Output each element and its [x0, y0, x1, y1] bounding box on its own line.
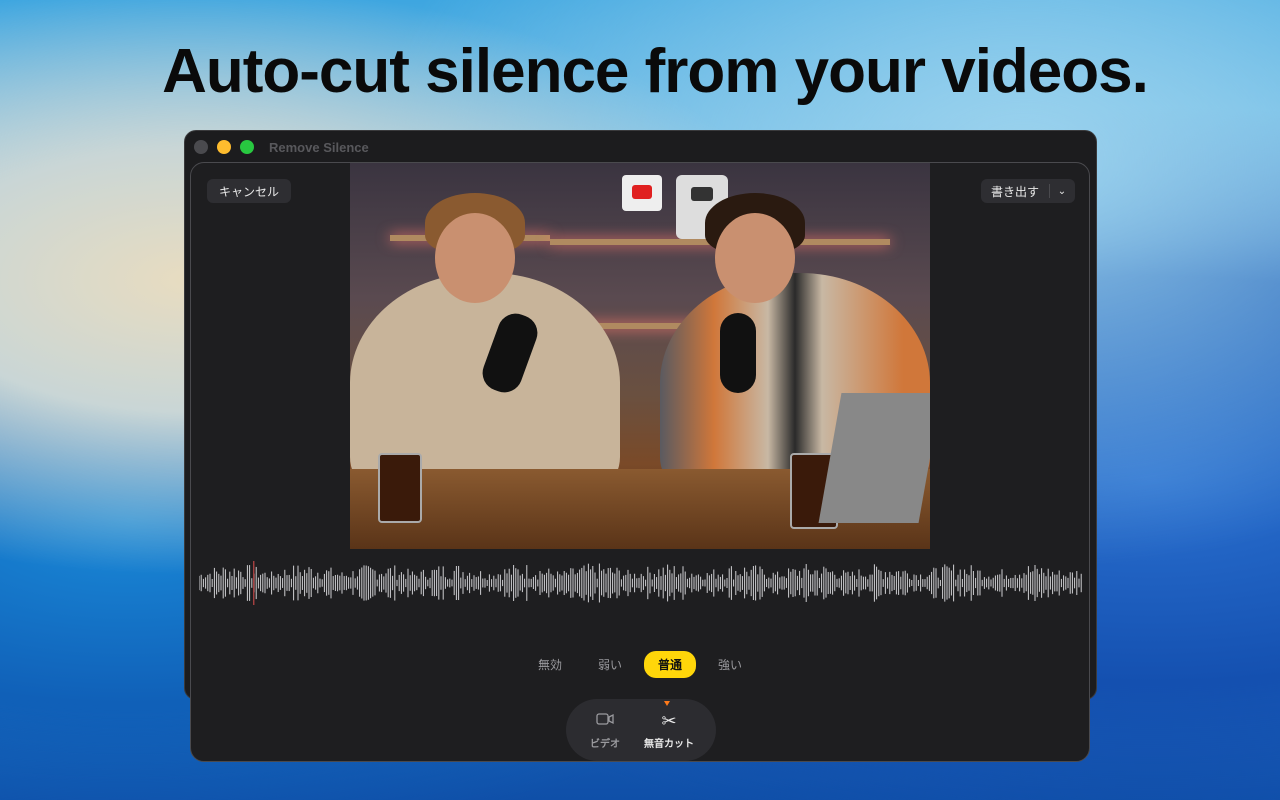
editor-sheet: キャンセル 書き出す ⌄ 無効 弱い 普通 強い ビデオ ✂ 無音カット	[190, 162, 1090, 762]
strength-option[interactable]: 無効	[524, 651, 576, 678]
video-icon	[590, 709, 620, 735]
cancel-button[interactable]: キャンセル	[207, 179, 291, 203]
strength-option[interactable]: 強い	[704, 651, 756, 678]
audio-waveform[interactable]	[199, 561, 1083, 605]
active-indicator	[664, 701, 670, 706]
window-title: Remove Silence	[269, 140, 369, 155]
scissors-icon: ✂	[661, 711, 677, 731]
strength-option[interactable]: 普通	[644, 651, 697, 678]
zoom-button[interactable]	[240, 140, 254, 154]
export-button-group: 書き出す ⌄	[981, 179, 1075, 203]
export-menu-chevron-icon[interactable]: ⌄	[1050, 186, 1074, 197]
dock-item-label: 無音カット	[644, 739, 694, 750]
export-button[interactable]: 書き出す	[981, 183, 1049, 200]
strength-option[interactable]: 弱い	[584, 651, 636, 678]
dock-item-silence-cut[interactable]: ✂ 無音カット	[644, 701, 694, 750]
minimize-button[interactable]	[217, 140, 231, 154]
play-logo-icon	[622, 175, 662, 211]
title-bar[interactable]: Remove Silence	[185, 131, 1096, 163]
dock-item-video[interactable]: ビデオ	[590, 709, 620, 750]
close-button[interactable]	[194, 140, 208, 154]
dock-item-label: ビデオ	[590, 739, 620, 750]
strength-selector: 無効 弱い 普通 強い	[191, 651, 1089, 678]
mode-dock: ビデオ ✂ 無音カット	[566, 699, 716, 761]
headline: Auto-cut silence from your videos.	[162, 37, 1149, 106]
video-preview[interactable]	[350, 163, 930, 549]
